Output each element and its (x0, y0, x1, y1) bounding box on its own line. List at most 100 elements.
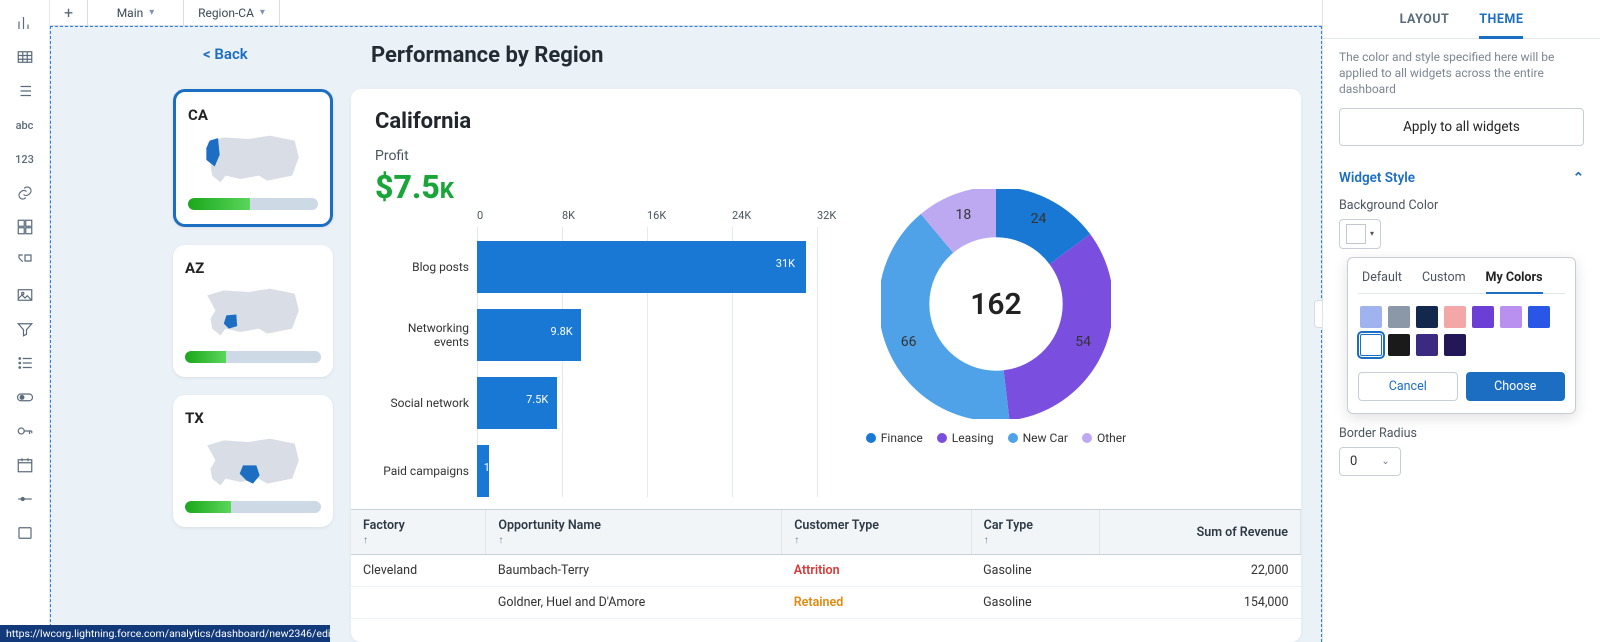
bullet-list-widget-icon[interactable] (15, 352, 35, 374)
donut-legend: FinanceLeasingNew CarOther (831, 431, 1161, 445)
region-card-ca[interactable]: CA (173, 89, 333, 227)
table-row: Goldner, Huel and D'AmoreRetainedGasolin… (351, 587, 1301, 619)
choose-button[interactable]: Choose (1466, 372, 1566, 401)
color-swatch[interactable] (1416, 306, 1438, 328)
section-title: Widget Style (1339, 170, 1415, 186)
donut-total: 162 (881, 189, 1111, 419)
region-card-tx[interactable]: TX (173, 395, 333, 527)
key-widget-icon[interactable] (15, 420, 35, 442)
border-radius-select[interactable]: 0 ⌄ (1339, 447, 1401, 476)
region-card-list: CA AZ TX (173, 89, 333, 527)
legend-item: Other (1082, 431, 1126, 445)
filter-widget-icon[interactable] (15, 318, 35, 340)
container-widget-icon[interactable] (15, 522, 35, 544)
table-header[interactable]: Factory↑ (351, 510, 486, 555)
legend-swatch (866, 433, 876, 443)
legend-swatch (937, 433, 947, 443)
region-detail-panel: California Profit $7.5K 0 8K 16K 24K 32K… (351, 89, 1301, 642)
bar-row: Paid campaigns 1.1K (377, 437, 817, 505)
image-widget-icon[interactable] (15, 284, 35, 306)
browser-status-bar: https://lwcorg.lightning.force.com/analy… (0, 625, 330, 642)
bar-value: 9.8K (551, 325, 573, 338)
grid-widget-icon[interactable] (15, 216, 35, 238)
widget-style-section-header[interactable]: Widget Style ⌃ (1339, 170, 1584, 186)
donut-segment-label: 54 (1075, 334, 1091, 350)
chevron-down-icon: ⌄ (1381, 456, 1389, 467)
background-color-label: Background Color (1339, 198, 1584, 213)
channel-bar-chart: 0 8K 16K 24K 32K Blog posts 31KNetworkin… (377, 209, 817, 505)
table-widget-icon[interactable] (15, 46, 35, 68)
table-header[interactable]: Customer Type↑ (782, 510, 971, 555)
table-header[interactable]: Opportunity Name↑ (486, 510, 782, 555)
list-widget-icon[interactable] (15, 80, 35, 102)
background-color-picker[interactable]: ▾ (1339, 219, 1381, 249)
color-swatch[interactable] (1444, 306, 1466, 328)
legend-label: Leasing (952, 431, 994, 445)
color-tab-my-colors[interactable]: My Colors (1486, 270, 1543, 294)
chevron-up-icon: ⌃ (1573, 170, 1584, 186)
bar-label: Paid campaigns (377, 464, 477, 478)
cancel-button[interactable]: Cancel (1358, 372, 1458, 401)
tab-main[interactable]: Main ▾ (88, 0, 184, 25)
color-swatch-current (1346, 224, 1366, 244)
progress-fill (185, 351, 226, 363)
bar-label: Blog posts (377, 260, 477, 274)
color-swatch[interactable] (1388, 306, 1410, 328)
region-code: CA (188, 106, 318, 124)
chevron-down-icon: ▾ (1370, 229, 1374, 238)
color-tab-default[interactable]: Default (1362, 270, 1402, 285)
tab-main-label: Main (117, 6, 144, 20)
region-card-az[interactable]: AZ (173, 245, 333, 377)
apply-to-all-button[interactable]: Apply to all widgets (1339, 108, 1584, 146)
add-tab-button[interactable]: + (50, 0, 88, 25)
tab-layout[interactable]: LAYOUT (1400, 12, 1450, 30)
properties-tabs: LAYOUT THEME (1323, 0, 1600, 39)
color-swatch[interactable] (1388, 334, 1410, 356)
color-source-tabs: Default Custom My Colors (1358, 268, 1565, 294)
us-map-icon (185, 285, 321, 339)
chevron-down-icon: ▾ (149, 7, 154, 18)
bar-value: 1.1K (484, 461, 506, 474)
region-code: AZ (185, 259, 321, 277)
color-swatch[interactable] (1444, 334, 1466, 356)
color-swatch[interactable] (1500, 306, 1522, 328)
progress-bar (185, 351, 321, 363)
color-tab-custom[interactable]: Custom (1422, 270, 1466, 285)
table-header[interactable]: Car Type↑ (971, 510, 1099, 555)
component-widget-icon[interactable] (15, 250, 35, 272)
color-swatch[interactable] (1360, 334, 1382, 356)
metric-label: Profit (375, 148, 1277, 164)
color-swatch[interactable] (1472, 306, 1494, 328)
chart-widget-icon[interactable] (15, 12, 35, 34)
legend-swatch (1082, 433, 1092, 443)
properties-panel: LAYOUT THEME The color and style specifi… (1322, 0, 1600, 642)
number-widget-icon[interactable]: 123 (15, 148, 35, 170)
category-donut-chart: 162 24546618 FinanceLeasingNew CarOther (831, 189, 1161, 445)
date-widget-icon[interactable] (15, 454, 35, 476)
dashboard-tabs: + Main ▾ Region-CA▾ (50, 0, 1322, 26)
toggle-widget-icon[interactable] (15, 386, 35, 408)
theme-info-text: The color and style specified here will … (1323, 39, 1600, 108)
chevron-down-icon: ▾ (260, 7, 265, 18)
legend-label: Other (1097, 431, 1126, 445)
color-swatch[interactable] (1416, 334, 1438, 356)
color-swatch[interactable] (1528, 306, 1550, 328)
revenue-table: Factory↑Opportunity Name↑Customer Type↑C… (351, 509, 1301, 619)
page-title: Performance by Region (371, 43, 1299, 68)
legend-swatch (1008, 433, 1018, 443)
progress-fill (185, 501, 231, 513)
legend-item: Finance (866, 431, 923, 445)
bar-label: Social network (377, 396, 477, 410)
table-header[interactable]: Sum of Revenue (1100, 510, 1301, 555)
progress-bar (188, 198, 318, 210)
text-widget-icon[interactable]: abc (15, 114, 35, 136)
color-swatch[interactable] (1360, 306, 1382, 328)
tab-region-ca[interactable]: Region-CA▾ (184, 0, 280, 25)
donut: 162 24546618 (881, 189, 1111, 419)
tab-theme[interactable]: THEME (1479, 12, 1523, 39)
bar-label: Networking events (377, 321, 477, 349)
donut-segment-label: 66 (901, 334, 917, 350)
slider-widget-icon[interactable] (15, 488, 35, 510)
bar-row: Networking events 9.8K (377, 301, 817, 369)
link-widget-icon[interactable] (15, 182, 35, 204)
